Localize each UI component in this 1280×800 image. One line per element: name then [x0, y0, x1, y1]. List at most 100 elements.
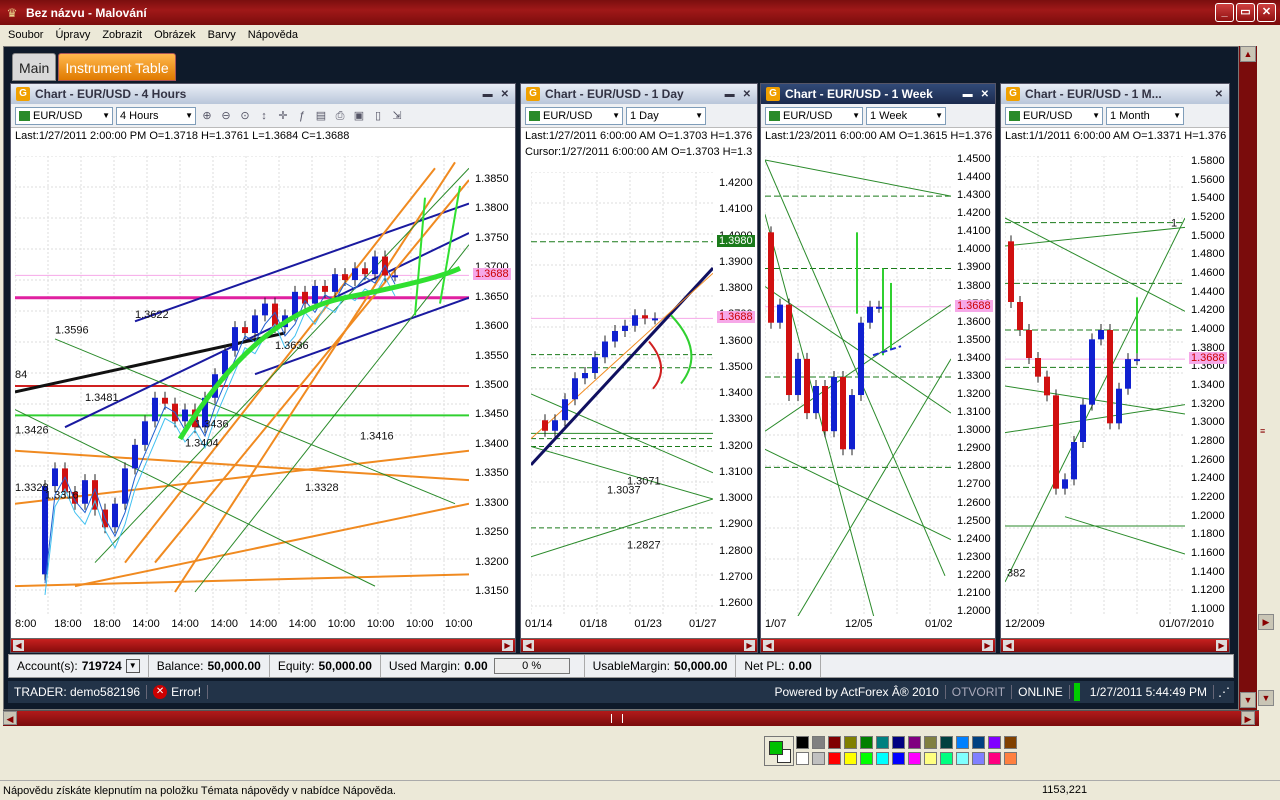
palette-swatch[interactable] [956, 752, 969, 765]
close-icon[interactable]: ✕ [981, 89, 989, 100]
palette-swatch[interactable] [892, 736, 905, 749]
palette-swatch[interactable] [860, 752, 873, 765]
palette-swatch[interactable] [924, 736, 937, 749]
foreground-color[interactable] [769, 741, 783, 755]
scroll-left-icon[interactable]: ◀ [1003, 640, 1014, 651]
export-icon[interactable]: ⇲ [389, 108, 405, 124]
scroll-thumb-icon[interactable]: ≡ [1260, 426, 1265, 436]
menu-view[interactable]: Zobrazit [96, 29, 148, 41]
palette-swatch[interactable] [1004, 752, 1017, 765]
palette-swatch[interactable] [908, 752, 921, 765]
palette-swatch[interactable] [860, 736, 873, 749]
palette-swatch[interactable] [812, 752, 825, 765]
menu-help[interactable]: Nápověda [242, 29, 304, 41]
minimize-icon[interactable]: ▬ [725, 89, 735, 100]
plot-area[interactable] [765, 156, 951, 616]
save-icon[interactable]: ▣ [351, 108, 367, 124]
palette-swatch[interactable] [828, 736, 841, 749]
error-indicator[interactable]: ✕ Error! [147, 685, 209, 699]
paint-canvas[interactable]: Main Instrument Table G Chart - EUR/USD … [3, 46, 1239, 710]
plot-area[interactable]: 1.3622 1.3596 1.3481 1.3426 1.3436 1.3404 1.34… [15, 156, 469, 616]
palette-swatch[interactable] [876, 752, 889, 765]
scroll-left-icon[interactable]: ◀ [13, 640, 24, 651]
palette-swatch[interactable] [940, 752, 953, 765]
palette-swatch[interactable] [844, 752, 857, 765]
palette-swatch[interactable] [908, 736, 921, 749]
palette-swatch[interactable] [988, 736, 1001, 749]
scroll-down-icon[interactable]: ▼ [1258, 690, 1274, 706]
print-icon[interactable]: ⎙ [332, 108, 348, 124]
scroll-right-icon[interactable]: ▶ [1258, 614, 1274, 630]
crosshair-icon[interactable]: ✛ [275, 108, 291, 124]
palette-swatch[interactable] [972, 752, 985, 765]
zoom-fit-icon[interactable]: ⊙ [237, 108, 253, 124]
scroll-right-icon[interactable]: ▶ [744, 640, 755, 651]
timeframe-select[interactable]: 1 Month ▼ [1106, 106, 1184, 125]
indicator-icon[interactable]: ƒ [294, 108, 310, 124]
plot-area[interactable]: 1.3071 1.3037 1.2827 [531, 172, 713, 616]
palette-swatch[interactable] [796, 752, 809, 765]
tab-main[interactable]: Main [12, 53, 57, 81]
timeframe-select[interactable]: 1 Day ▼ [626, 106, 706, 125]
scroll-thumb-icon[interactable] [611, 714, 623, 723]
palette-swatch[interactable] [972, 736, 985, 749]
chevron-down-icon[interactable]: ▼ [125, 659, 140, 673]
paint-app-icon[interactable]: ♛ [4, 5, 20, 21]
vertical-scrollbar[interactable]: ▲ ▼ [1239, 46, 1257, 710]
chart-type-icon[interactable]: ▤ [313, 108, 329, 124]
plot-area[interactable]: 382 1 [1005, 156, 1185, 616]
close-icon[interactable]: ✕ [1215, 89, 1223, 100]
tab-instrument-table[interactable]: Instrument Table [58, 53, 176, 81]
menu-edit[interactable]: Úpravy [49, 29, 96, 41]
palette-swatch[interactable] [1004, 736, 1017, 749]
symbol-select[interactable]: EUR/USD ▼ [15, 106, 113, 125]
scroll-right-icon[interactable]: ▶ [1216, 640, 1227, 651]
chart-hscroll[interactable]: ◀ ▶ [11, 638, 515, 652]
palette-swatch[interactable] [940, 736, 953, 749]
palette-swatch[interactable] [956, 736, 969, 749]
close-icon[interactable]: ✕ [743, 89, 751, 100]
palette-swatch[interactable] [876, 736, 889, 749]
palette-swatch[interactable] [924, 752, 937, 765]
scroll-down-icon[interactable]: ▼ [1240, 692, 1256, 708]
scroll-right-icon[interactable]: ▶ [502, 640, 513, 651]
maximize-button[interactable]: ▭ [1236, 3, 1255, 22]
palette-swatch[interactable] [844, 736, 857, 749]
scroll-left-icon[interactable]: ◀ [763, 640, 774, 651]
chart-hscroll[interactable]: ◀ ▶ [521, 638, 757, 652]
cursor-icon[interactable]: ↕ [256, 108, 272, 124]
minimize-icon[interactable]: ▬ [483, 89, 493, 100]
chart-hscroll[interactable]: ◀ ▶ [761, 638, 995, 652]
menu-colors[interactable]: Barvy [202, 29, 242, 41]
scroll-up-icon[interactable]: ▲ [1240, 46, 1256, 62]
scroll-right-icon[interactable]: ▶ [1241, 711, 1255, 725]
scroll-left-icon[interactable]: ◀ [3, 711, 17, 725]
palette-swatch[interactable] [988, 752, 1001, 765]
canvas-vscroll[interactable]: ▶ ▼ ≡ [1257, 46, 1277, 710]
current-colors[interactable] [764, 736, 794, 766]
timeframe-select[interactable]: 1 Week ▼ [866, 106, 946, 125]
zoom-out-icon[interactable]: ⊖ [218, 108, 234, 124]
minimize-icon[interactable]: ▬ [963, 89, 973, 100]
minimize-button[interactable]: _ [1215, 3, 1234, 22]
symbol-select[interactable]: EUR/USD ▼ [1005, 106, 1103, 125]
palette-swatch[interactable] [828, 752, 841, 765]
menu-image[interactable]: Obrázek [148, 29, 202, 41]
palette-swatch[interactable] [796, 736, 809, 749]
close-button[interactable]: ✕ [1257, 3, 1276, 22]
menu-file[interactable]: Soubor [2, 29, 49, 41]
palette-swatch[interactable] [892, 752, 905, 765]
timeframe-select[interactable]: 4 Hours ▼ [116, 106, 196, 125]
horizontal-scrollbar[interactable]: ◀ ▶ [3, 710, 1259, 726]
chart-hscroll[interactable]: ◀ ▶ [1001, 638, 1229, 652]
close-icon[interactable]: ✕ [501, 89, 509, 100]
symbol-select[interactable]: EUR/USD ▼ [525, 106, 623, 125]
palette-swatch[interactable] [812, 736, 825, 749]
scroll-left-icon[interactable]: ◀ [523, 640, 534, 651]
target-tag: 1.3980 [717, 234, 755, 247]
zoom-in-icon[interactable]: ⊕ [199, 108, 215, 124]
symbol-select[interactable]: EUR/USD ▼ [765, 106, 863, 125]
resize-grip-icon[interactable]: ⋰ [1214, 685, 1234, 699]
scroll-right-icon[interactable]: ▶ [982, 640, 993, 651]
document-icon[interactable]: ▯ [370, 108, 386, 124]
